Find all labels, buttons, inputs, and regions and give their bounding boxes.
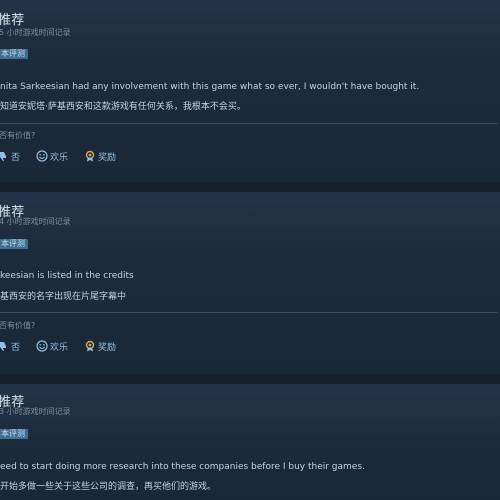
review-title[interactable]: 推荐 (0, 9, 24, 28)
separator-band (0, 374, 500, 384)
review-text-en: eed to start doing more research into th… (0, 462, 365, 472)
separator-band (0, 182, 500, 192)
laugh-icon (36, 150, 48, 162)
hours-played: 4 小时游戏时间记录 (0, 217, 71, 226)
vote-no-label: 否 (11, 342, 21, 353)
award-button[interactable]: 奖励 (81, 149, 119, 164)
helpful-prompt: 否有价值? (0, 131, 36, 140)
award-icon (85, 340, 95, 352)
thumbs-down-icon (0, 342, 6, 351)
vote-no-button[interactable]: 否 (0, 149, 23, 164)
review-badge: 本评测 (0, 49, 28, 59)
vote-actions: 否 欢乐 奖励 (0, 148, 129, 164)
laugh-icon (36, 340, 48, 352)
vote-no-button[interactable]: 否 (0, 339, 23, 354)
vote-actions: 否 欢乐 奖励 (0, 338, 129, 354)
review-header (0, 384, 500, 436)
hours-played: 3 小时游戏时间记录 (0, 407, 71, 416)
hours-played: 5 小时游戏时间记录 (0, 28, 71, 37)
review-text-en: nita Sarkeesian had any involvement with… (0, 82, 420, 92)
review-header (0, 192, 500, 244)
award-label: 奖励 (98, 152, 117, 163)
divider (0, 312, 498, 313)
review-card: 推荐 4 小时游戏时间记录 本评测 keesian is listed in t… (0, 192, 500, 374)
vote-funny-label: 欢乐 (50, 152, 69, 163)
review-text-zh: 基西安的名字出现在片尾字幕中 (0, 292, 127, 302)
divider (0, 123, 498, 124)
vote-funny-label: 欢乐 (50, 342, 69, 353)
helpful-prompt: 否有价值? (0, 321, 36, 330)
review-card: 推荐 5 小时游戏时间记录 本评测 nita Sarkeesian had an… (0, 0, 500, 182)
review-text-zh: 知道安妮塔·萨基西安和这款游戏有任何关系，我根本不会买。 (0, 102, 246, 112)
review-text-zh: 开始多做一些关于这些公司的调查，再买他们的游戏。 (0, 482, 217, 492)
thumbs-down-icon (0, 152, 6, 161)
review-badge: 本评测 (0, 429, 28, 439)
vote-funny-button[interactable]: 欢乐 (33, 339, 71, 354)
review-text-en: keesian is listed in the credits (0, 271, 134, 281)
award-button[interactable]: 奖励 (81, 339, 119, 354)
vote-funny-button[interactable]: 欢乐 (33, 149, 71, 164)
award-label: 奖励 (98, 342, 117, 353)
review-header (0, 0, 500, 52)
review-badge: 本评测 (0, 239, 28, 249)
vote-no-label: 否 (11, 152, 21, 163)
review-card: 推荐 3 小时游戏时间记录 本评测 eed to start doing mor… (0, 384, 500, 500)
award-icon (85, 150, 95, 162)
